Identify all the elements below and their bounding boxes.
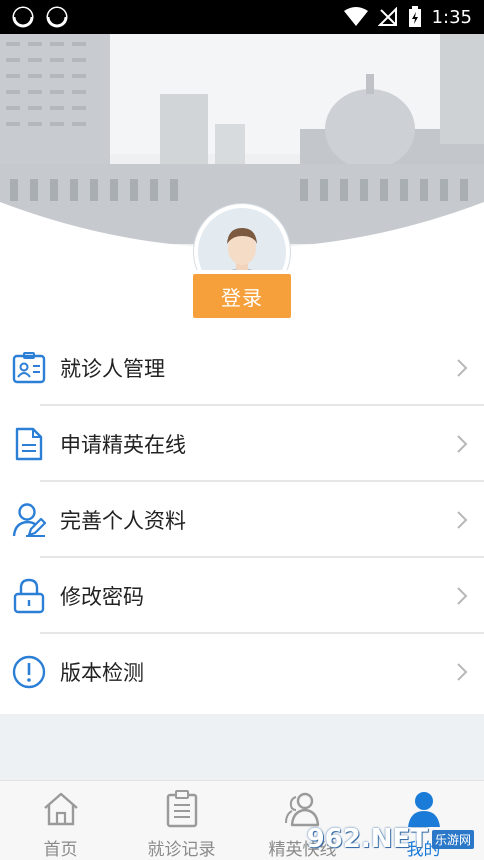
status-bar: 1:35: [0, 0, 484, 34]
tab-label: 首页: [43, 840, 78, 860]
tab-visit-records[interactable]: 就诊记录: [121, 781, 242, 860]
sync-icon: [12, 6, 34, 28]
user-edit-icon: [12, 503, 46, 537]
login-button[interactable]: 登录: [193, 274, 291, 318]
sync-icon: [46, 6, 68, 28]
chevron-right-icon: [457, 663, 468, 681]
watermark: 962.NET 乐游网: [307, 824, 474, 854]
menu-item-label: 就诊人管理: [60, 357, 165, 381]
patient-card-icon: [12, 351, 46, 385]
menu-item-version-check[interactable]: 版本检测: [0, 634, 484, 710]
home-icon: [43, 792, 78, 826]
menu-item-complete-profile[interactable]: 完善个人资料: [0, 482, 484, 558]
profile-header: [0, 34, 484, 270]
clipboard-icon: [166, 790, 197, 828]
tab-home[interactable]: 首页: [0, 781, 121, 860]
menu-item-apply-elite-online[interactable]: 申请精英在线: [0, 406, 484, 482]
menu-item-change-password[interactable]: 修改密码: [0, 558, 484, 634]
lock-icon: [12, 578, 46, 614]
menu-item-label: 申请精英在线: [60, 433, 186, 457]
profile-icon: [407, 792, 440, 827]
tab-label: 就诊记录: [147, 840, 216, 860]
menu-item-label: 完善个人资料: [60, 509, 186, 533]
no-signal-icon: [377, 7, 397, 26]
status-time: 1:35: [431, 6, 472, 28]
empty-area: [0, 714, 484, 780]
menu-item-label: 版本检测: [60, 661, 144, 685]
watermark-logo: 962.NET: [306, 824, 428, 854]
watermark-sub: 乐游网: [431, 829, 474, 849]
menu-item-patient-management[interactable]: 就诊人管理: [0, 330, 484, 406]
menu-item-label: 修改密码: [60, 585, 144, 609]
wifi-icon: [343, 7, 368, 26]
chevron-right-icon: [457, 587, 468, 605]
chevron-right-icon: [457, 511, 468, 529]
document-icon: [12, 427, 46, 461]
info-icon: [12, 655, 46, 689]
default-avatar-icon: [198, 208, 286, 270]
battery-icon: [408, 6, 421, 27]
settings-menu: 就诊人管理 申请精英在线 完善个人资料 修改密码 版本检测: [0, 330, 484, 710]
chevron-right-icon: [457, 359, 468, 377]
people-icon: [284, 792, 319, 827]
chevron-right-icon: [457, 435, 468, 453]
